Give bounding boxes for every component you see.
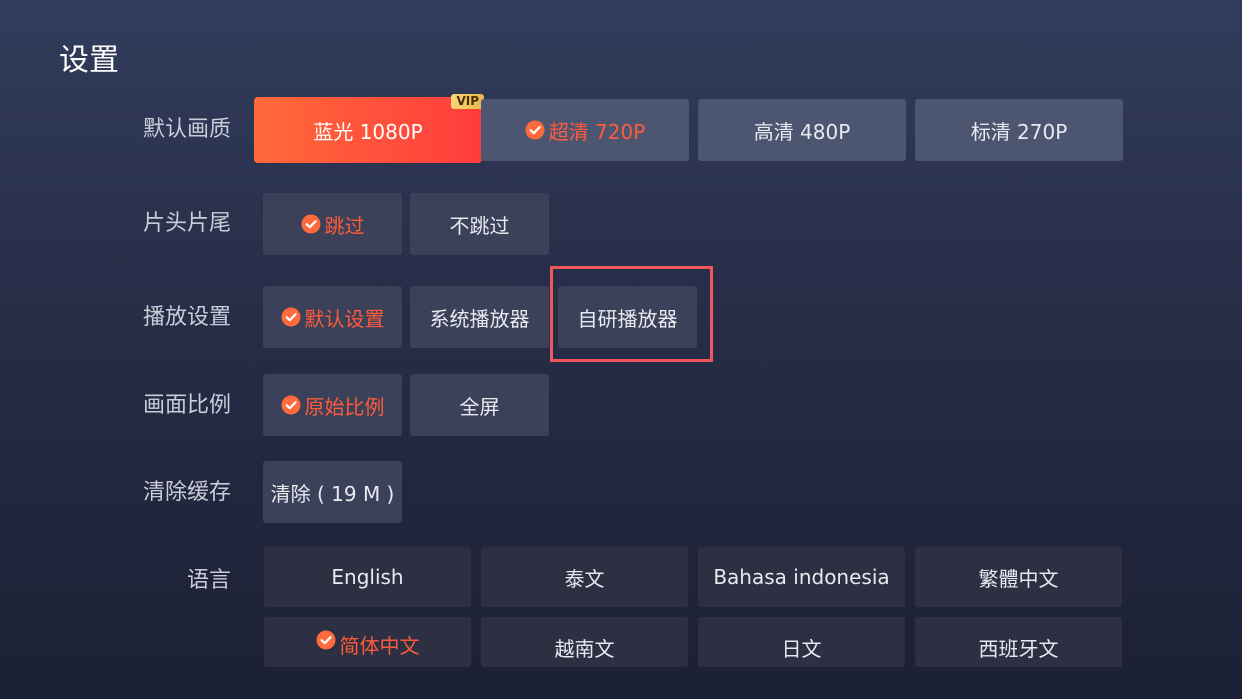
language-option-thai[interactable]: 泰文 <box>481 547 688 607</box>
language-option-traditional-chinese-label: 繁體中文 <box>978 566 1059 591</box>
check-circle-icon <box>281 307 300 327</box>
player-option-system-label: 系统播放器 <box>429 306 530 331</box>
language-option-vietnamese-label: 越南文 <box>554 637 615 661</box>
language-option-thai-label: 泰文 <box>564 566 605 591</box>
ratio-option-original[interactable]: 原始比例 <box>263 374 402 436</box>
check-circle-icon <box>525 120 545 140</box>
quality-option-480p-label: 高清 480P <box>753 119 851 144</box>
clear-cache-button[interactable]: 清除 ( 19 M ) <box>263 461 402 523</box>
language-option-english-label: English <box>331 565 404 589</box>
vip-badge: VIP <box>451 94 484 109</box>
player-option-system[interactable]: 系统播放器 <box>410 286 549 348</box>
page-title: 设置 <box>59 43 119 78</box>
language-option-indonesian[interactable]: Bahasa indonesia <box>698 547 905 607</box>
language-option-simplified-chinese[interactable]: 简体中文 <box>264 617 471 667</box>
quality-label: 默认画质 <box>142 117 231 142</box>
language-option-traditional-chinese[interactable]: 繁體中文 <box>915 547 1122 607</box>
skip-option-skip-label: 跳过 <box>324 213 365 238</box>
language-option-indonesian-label: Bahasa indonesia <box>713 565 890 589</box>
skip-label: 片头片尾 <box>142 211 231 236</box>
skip-option-skip[interactable]: 跳过 <box>263 193 402 255</box>
skip-option-noskip-label: 不跳过 <box>449 213 510 238</box>
quality-option-270p-label: 标清 270P <box>970 119 1068 144</box>
ratio-label: 画面比例 <box>142 393 231 418</box>
language-option-spanish-label: 西班牙文 <box>978 637 1059 661</box>
player-option-custom[interactable]: 自研播放器 <box>558 286 697 348</box>
clear-cache-button-label: 清除 ( 19 M ) <box>270 481 395 506</box>
cache-label: 清除缓存 <box>142 480 231 505</box>
check-circle-icon <box>316 630 335 650</box>
language-option-simplified-chinese-label: 简体中文 <box>339 634 420 658</box>
quality-option-270p[interactable]: 标清 270P <box>915 99 1123 161</box>
quality-option-480p[interactable]: 高清 480P <box>698 99 906 161</box>
check-circle-icon <box>281 395 300 415</box>
language-option-spanish[interactable]: 西班牙文 <box>915 617 1122 667</box>
player-label: 播放设置 <box>142 305 231 330</box>
quality-option-720p-label: 超清 720P <box>548 119 646 144</box>
player-option-custom-label: 自研播放器 <box>577 306 678 331</box>
check-circle-icon <box>301 214 320 234</box>
language-option-vietnamese[interactable]: 越南文 <box>481 617 688 667</box>
language-option-english[interactable]: English <box>264 547 471 607</box>
quality-option-1080p[interactable]: 蓝光 1080P VIP <box>254 94 484 163</box>
language-label: 语言 <box>186 568 231 593</box>
ratio-option-fullscreen[interactable]: 全屏 <box>410 374 549 436</box>
language-option-japanese[interactable]: 日文 <box>698 617 905 667</box>
player-option-default-label: 默认设置 <box>304 306 385 331</box>
language-option-japanese-label: 日文 <box>781 637 822 661</box>
ratio-option-original-label: 原始比例 <box>304 394 385 419</box>
ratio-option-fullscreen-label: 全屏 <box>459 394 500 419</box>
player-option-default[interactable]: 默认设置 <box>263 286 402 348</box>
skip-option-noskip[interactable]: 不跳过 <box>410 193 549 255</box>
quality-option-1080p-label: 蓝光 1080P <box>313 119 423 144</box>
quality-option-720p[interactable]: 超清 720P <box>481 99 689 161</box>
